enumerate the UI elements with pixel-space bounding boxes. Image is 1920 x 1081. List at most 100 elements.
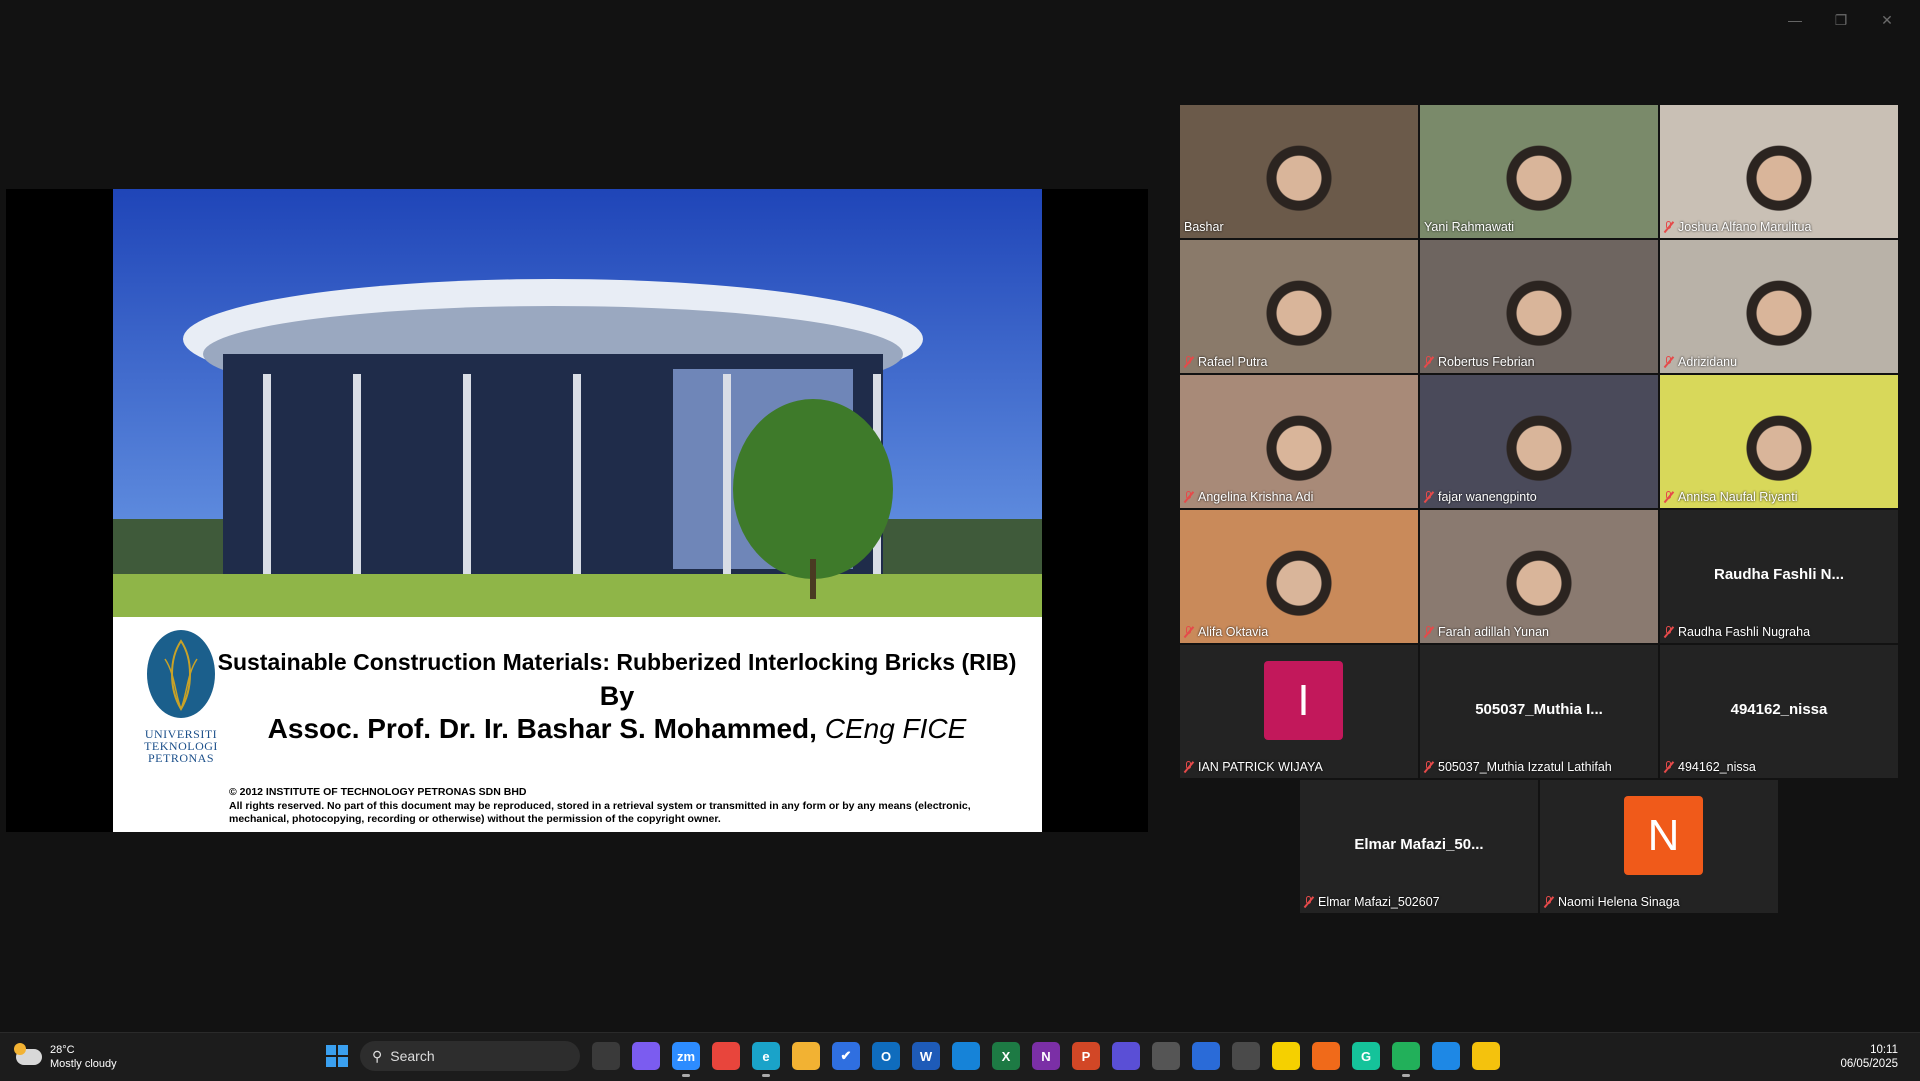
app-yellow-icon[interactable] — [1472, 1042, 1500, 1070]
taskbar-search[interactable]: ⚲ Search — [360, 1041, 580, 1071]
participant-tile[interactable]: Annisa Naufal Riyanti — [1660, 375, 1898, 508]
participant-video — [1180, 375, 1418, 508]
participant-avatar: I — [1264, 661, 1343, 740]
restore-icon[interactable]: ❐ — [1818, 6, 1864, 34]
weather-desc: Mostly cloudy — [50, 1058, 117, 1070]
participant-tile[interactable]: Raudha Fashli N... Raudha Fashli Nugraha — [1660, 510, 1898, 643]
file-explorer-icon[interactable] — [792, 1042, 820, 1070]
weather-temp: 28°C — [50, 1044, 75, 1056]
app-blue-icon[interactable] — [1432, 1042, 1460, 1070]
participant-display-name: Raudha Fashli N... — [1713, 566, 1845, 583]
participant-tile[interactable]: 505037_Muthia I... 505037_Muthia Izzatul … — [1420, 645, 1658, 778]
edge-icon[interactable]: e — [752, 1042, 780, 1077]
university-line-3: PETRONAS — [147, 751, 214, 765]
participant-name: Naomi Helena Sinaga — [1558, 895, 1680, 909]
participant-name: fajar wanengpinto — [1438, 490, 1537, 504]
participant-tile[interactable]: fajar wanengpinto — [1420, 375, 1658, 508]
excel-icon[interactable]: X — [992, 1042, 1020, 1070]
participant-video — [1660, 375, 1898, 508]
zoom-icon[interactable]: zm — [672, 1042, 700, 1077]
participant-display-name: 505037_Muthia I... — [1475, 701, 1603, 718]
participant-tile[interactable]: Bashar — [1180, 105, 1418, 238]
search-icon: ⚲ — [372, 1047, 383, 1064]
participant-tile[interactable]: Farah adillah Yunan — [1420, 510, 1658, 643]
mic-muted-icon — [1184, 491, 1194, 503]
shared-screen: UNIVERSITI TEKNOLOGI PETRONAS Sustainabl… — [6, 189, 1148, 832]
author-suffix: CEng FICE — [824, 713, 967, 744]
mic-muted-icon — [1544, 896, 1554, 908]
clock-time: 10:11 — [1870, 1044, 1898, 1056]
mic-muted-icon — [1424, 626, 1434, 638]
participant-name-label: Joshua Alfano Marulitua — [1664, 220, 1811, 234]
powerpoint-icon[interactable]: P — [1072, 1042, 1100, 1070]
outlook-icon[interactable]: O — [872, 1042, 900, 1070]
search-placeholder: Search — [390, 1048, 435, 1064]
pie-icon[interactable] — [1312, 1042, 1340, 1070]
mic-muted-icon — [1184, 626, 1194, 638]
slide-by: By — [599, 681, 635, 711]
participant-video — [1420, 105, 1658, 238]
participant-tile[interactable]: I IAN PATRICK WIJAYA — [1180, 645, 1418, 778]
participant-name: Joshua Alfano Marulitua — [1678, 220, 1812, 234]
grammarly-icon[interactable]: G — [1352, 1042, 1380, 1070]
chrome-icon[interactable] — [712, 1042, 740, 1070]
participant-display-name: Elmar Mafazi_50... — [1354, 836, 1484, 853]
participant-name: Robertus Febrian — [1438, 355, 1535, 369]
participant-name-label: Naomi Helena Sinaga — [1544, 895, 1680, 909]
store-icon[interactable] — [952, 1042, 980, 1070]
task-view-icon[interactable] — [592, 1042, 620, 1070]
todo-icon[interactable]: ✔ — [832, 1042, 860, 1070]
m365-icon[interactable] — [1112, 1042, 1140, 1070]
participant-name: 505037_Muthia Izzatul Lathifah — [1438, 760, 1612, 774]
camera-icon[interactable] — [1152, 1042, 1180, 1070]
windows-start-icon[interactable] — [326, 1045, 348, 1067]
participant-video — [1420, 240, 1658, 373]
participant-name-label: Robertus Febrian — [1424, 355, 1535, 369]
word-icon[interactable]: W — [912, 1042, 940, 1070]
calculator-icon[interactable] — [1232, 1042, 1260, 1070]
participant-tile[interactable]: Yani Rahmawati — [1420, 105, 1658, 238]
participant-name: Bashar — [1184, 220, 1224, 234]
participant-video — [1660, 105, 1898, 238]
participant-avatar: N — [1624, 796, 1703, 875]
participant-name-label: Angelina Krishna Adi — [1184, 490, 1313, 504]
participant-name-label: Annisa Naufal Riyanti — [1664, 490, 1798, 504]
slide-author: Assoc. Prof. Dr. Ir. Bashar S. Mohammed,… — [197, 713, 1037, 745]
mic-muted-icon — [1304, 896, 1314, 908]
weather-widget[interactable]: 28°C Mostly cloudy — [14, 1043, 117, 1071]
slide-photo-building — [113, 189, 1042, 617]
app-green-icon[interactable] — [1392, 1042, 1420, 1077]
copyright-line: © 2012 INSTITUTE OF TECHNOLOGY PETRONAS … — [229, 786, 527, 798]
sticky-notes-icon[interactable] — [1272, 1042, 1300, 1070]
participant-name: 494162_nissa — [1678, 760, 1756, 774]
participant-name: Adrizidanu — [1678, 355, 1738, 369]
copilot-icon[interactable] — [632, 1042, 660, 1070]
taskbar: 28°C Mostly cloudy ⚲ Search zm e ✔ O W X N P G 1… — [0, 1032, 1920, 1081]
participant-tile[interactable]: Rafael Putra — [1180, 240, 1418, 373]
participant-tile[interactable]: Alifa Oktavia — [1180, 510, 1418, 643]
mic-muted-icon — [1424, 491, 1434, 503]
slide-title: Sustainable Construction Materials: Rubb… — [217, 649, 1017, 675]
participant-name: Yani Rahmawati — [1424, 220, 1515, 234]
participant-name: Rafael Putra — [1198, 355, 1268, 369]
participant-tile[interactable]: Robertus Febrian — [1420, 240, 1658, 373]
participant-tile[interactable]: Adrizidanu — [1660, 240, 1898, 373]
participant-name-label: Raudha Fashli Nugraha — [1664, 625, 1810, 639]
participant-tile[interactable]: N Naomi Helena Sinaga — [1540, 780, 1778, 913]
cloud-icon — [14, 1043, 42, 1065]
participant-tile[interactable]: Joshua Alfano Marulitua — [1660, 105, 1898, 238]
whiteboard-icon[interactable] — [1192, 1042, 1220, 1070]
participant-name: Raudha Fashli Nugraha — [1678, 625, 1811, 639]
copyright-notice: All rights reserved. No part of this doc… — [229, 800, 971, 825]
mic-muted-icon — [1184, 761, 1194, 773]
participant-tile[interactable]: Angelina Krishna Adi — [1180, 375, 1418, 508]
minimize-icon[interactable]: — — [1772, 6, 1818, 34]
onenote-icon[interactable]: N — [1032, 1042, 1060, 1070]
close-icon[interactable]: ✕ — [1864, 6, 1910, 34]
mic-muted-icon — [1664, 491, 1674, 503]
participant-tile[interactable]: 494162_nissa 494162_nissa — [1660, 645, 1898, 778]
system-clock[interactable]: 10:11 06/05/2025 — [1840, 1043, 1898, 1071]
mic-muted-icon — [1424, 356, 1434, 368]
participant-name-label: Yani Rahmawati — [1424, 220, 1514, 234]
participant-tile[interactable]: Elmar Mafazi_50... Elmar Mafazi_502607 — [1300, 780, 1538, 913]
